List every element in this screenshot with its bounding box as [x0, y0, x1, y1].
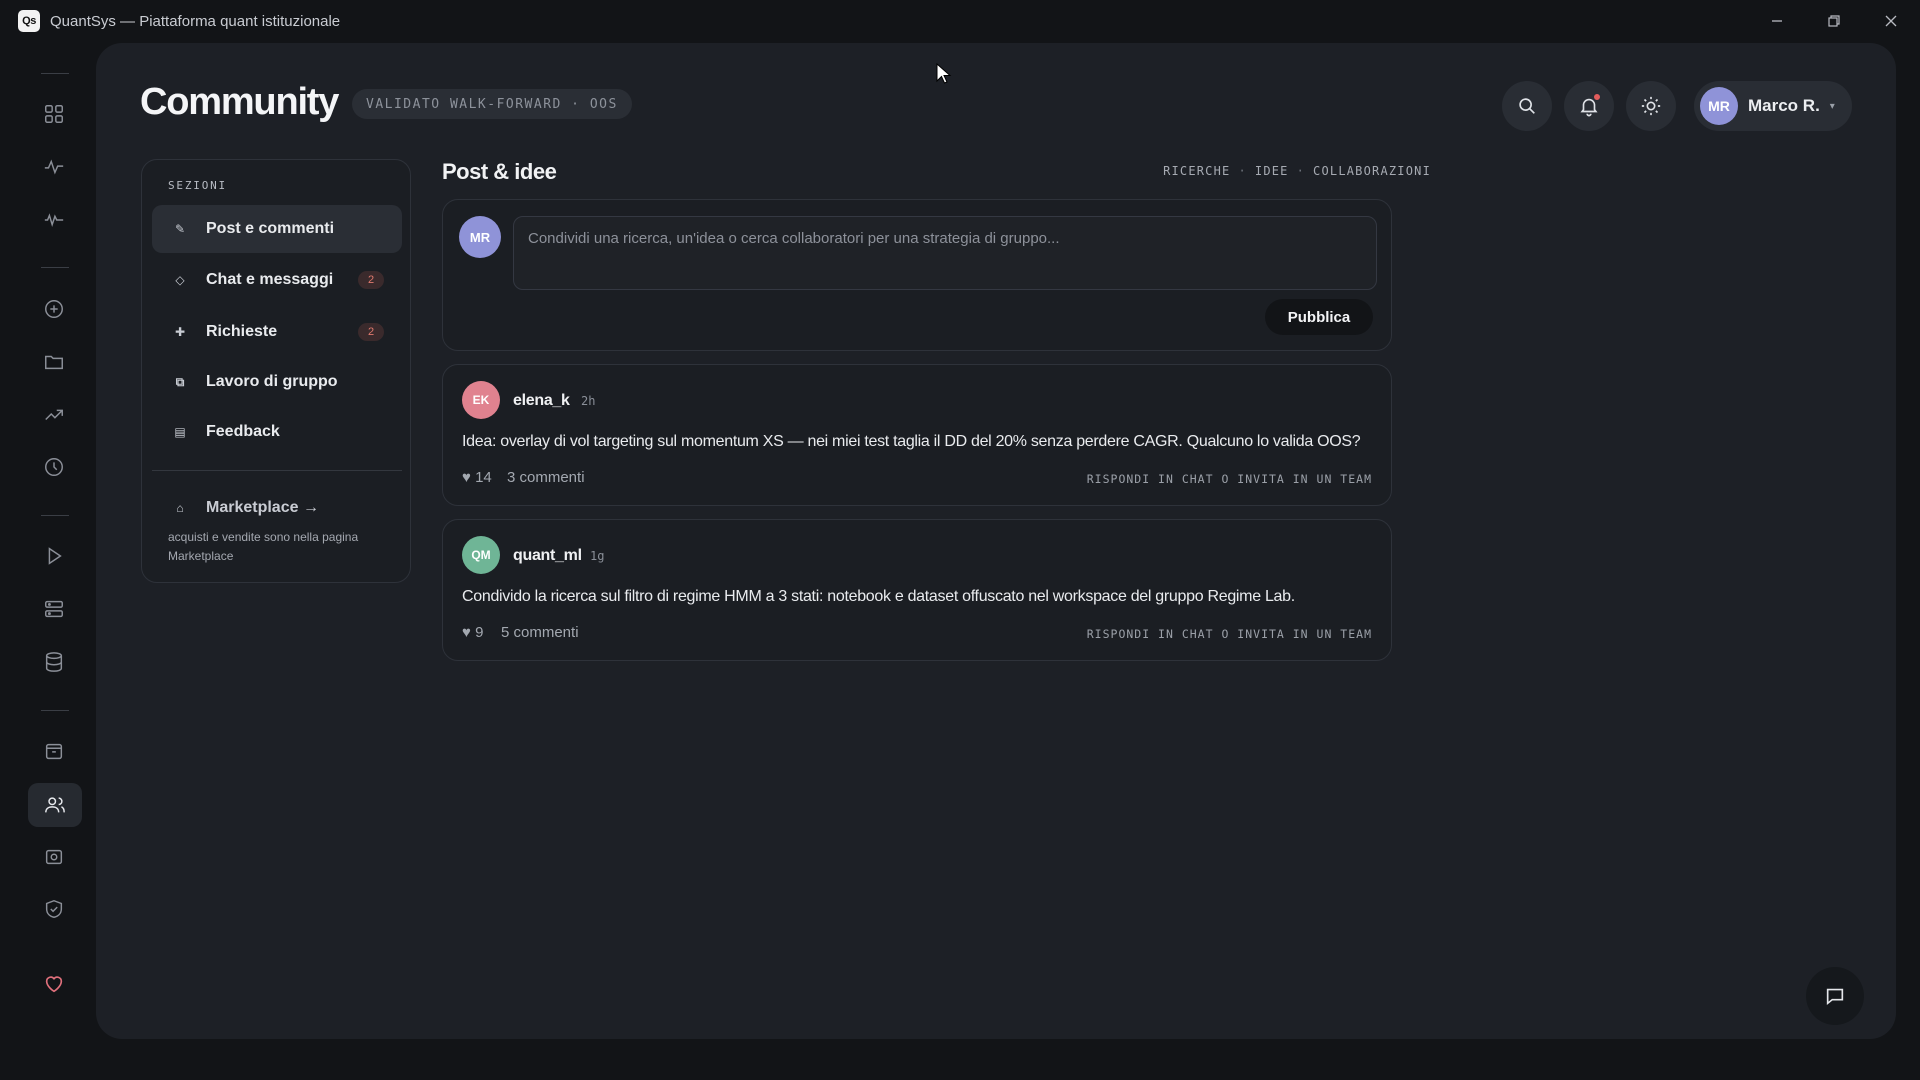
section-item-label: Richieste [206, 323, 278, 340]
section-item-label: Lavoro di gruppo [206, 373, 338, 390]
chat-button[interactable] [1806, 967, 1864, 1025]
reply-action[interactable]: RISPONDI IN CHAT O INVITA IN UN TEAM [1087, 627, 1372, 641]
feed-title: Post & idee [442, 159, 557, 184]
sections-heading: SEZIONI [168, 179, 227, 192]
like-button[interactable]: ♥ 14 [462, 469, 492, 486]
plus-icon: ✚ [174, 325, 186, 339]
post-card: EK elena_k 2h Idea: overlay di vol targe… [442, 364, 1392, 506]
restore-icon [1828, 15, 1840, 27]
activity-icon[interactable] [36, 202, 72, 238]
shield-check-icon[interactable] [36, 891, 72, 927]
marketplace-note: acquisti e vendite sono nella pagina Mar… [168, 530, 359, 563]
clock-icon[interactable] [36, 449, 72, 485]
theme-toggle-button[interactable] [1626, 81, 1676, 131]
post-author[interactable]: elena_k [513, 392, 570, 410]
user-menu[interactable]: MR Marco R. ▾ [1694, 81, 1852, 131]
close-button[interactable] [1876, 8, 1906, 34]
page-title: Community [140, 81, 339, 123]
avatar: MR [459, 216, 501, 258]
section-item-richieste[interactable]: ✚ Richieste 2 [152, 308, 402, 356]
post-time: 1g [590, 549, 605, 563]
post-author[interactable]: quant_ml [513, 547, 582, 565]
avatar: EK [462, 381, 500, 419]
tab-ricerche[interactable]: RICERCHE [1163, 164, 1230, 178]
feedback-icon: ▤ [174, 425, 186, 439]
home-icon: ⌂ [176, 501, 184, 515]
section-item-label: Chat e messaggi [206, 271, 334, 288]
feed-tabs: RICERCHE · IDEE · COLLABORAZIONI [1163, 164, 1431, 178]
close-icon [1885, 15, 1897, 27]
user-name: Marco R. [1748, 96, 1820, 115]
count-badge: 2 [358, 271, 384, 289]
group-work-icon: ⧉ [175, 374, 185, 389]
separator-dot: · [1296, 164, 1306, 178]
section-item-lavoro-di-gruppo[interactable]: ⧉ Lavoro di gruppo [152, 358, 402, 406]
notifications-button[interactable] [1564, 81, 1614, 131]
app-logo: Qs [18, 10, 40, 32]
avatar: QM [462, 536, 500, 574]
section-item-label: Feedback [206, 423, 280, 440]
chevron-down-icon: ▾ [1829, 100, 1835, 112]
minimize-icon [1772, 20, 1782, 22]
title-bar: Qs QuantSys — Piattaforma quant istituzi… [0, 0, 1920, 43]
like-button[interactable]: ♥ 9 [462, 624, 483, 641]
rail-divider [41, 73, 69, 74]
post-composer: MR Pubblica [442, 199, 1392, 351]
dashboard-icon[interactable] [36, 96, 72, 132]
section-item-feedback[interactable]: ▤ Feedback [152, 408, 402, 456]
publish-button[interactable]: Pubblica [1265, 299, 1373, 335]
divider [152, 470, 402, 471]
post-time: 2h [581, 394, 596, 408]
trending-up-icon[interactable] [36, 396, 72, 432]
sun-icon [1641, 96, 1661, 116]
add-circle-icon[interactable] [36, 291, 72, 327]
section-item-post-e-commenti[interactable]: ✎ Post e commenti [152, 205, 402, 253]
window-title: QuantSys — Piattaforma quant istituziona… [50, 13, 341, 30]
rail-divider [41, 267, 69, 268]
notification-dot [1593, 93, 1601, 101]
post-body: Idea: overlay di vol targeting sul momen… [462, 433, 1361, 450]
reply-action[interactable]: RISPONDI IN CHAT O INVITA IN UN TEAM [1087, 472, 1372, 486]
nav-rail [0, 43, 96, 1080]
comments-link[interactable]: 5 commenti [501, 624, 579, 641]
search-button[interactable] [1502, 81, 1552, 131]
post-card: QM quant_ml 1g Condivido la ricerca sul … [442, 519, 1392, 661]
server-icon[interactable] [36, 591, 72, 627]
separator-dot: · [1238, 164, 1247, 178]
marketplace-label: Marketplace → [206, 499, 319, 516]
post-body: Condivido la ricerca sul filtro di regim… [462, 588, 1295, 605]
main-panel: Community VALIDATO WALK-FORWARD · OOS MR… [96, 43, 1896, 1039]
pulse-icon[interactable] [36, 149, 72, 185]
diamond-icon: ◇ [175, 273, 185, 287]
tab-collaborazioni[interactable]: COLLABORAZIONI [1313, 164, 1431, 178]
pencil-icon: ✎ [174, 222, 186, 236]
heart-icon[interactable] [36, 966, 72, 1002]
search-icon [1519, 98, 1535, 114]
count-badge: 2 [358, 323, 384, 341]
archive-icon[interactable] [36, 733, 72, 769]
database-icon[interactable] [36, 644, 72, 680]
marketplace-link[interactable]: ⌂ Marketplace → [172, 499, 319, 517]
rail-divider [41, 710, 69, 711]
section-item-label: Post e commenti [206, 220, 335, 237]
maximize-button[interactable] [1819, 8, 1849, 34]
chat-bubble-icon [1826, 988, 1844, 1006]
avatar: MR [1700, 87, 1738, 125]
cursor-icon [936, 63, 952, 84]
sections-panel: SEZIONI ✎ Post e commenti ◇ Chat e messa… [141, 159, 411, 583]
play-icon[interactable] [36, 538, 72, 574]
section-item-chat-e-messaggi[interactable]: ◇ Chat e messaggi 2 [152, 256, 402, 304]
folder-icon[interactable] [36, 344, 72, 380]
camera-icon[interactable] [36, 839, 72, 875]
tab-idee[interactable]: IDEE [1255, 164, 1289, 178]
comments-link[interactable]: 3 commenti [507, 469, 585, 486]
validation-badge: VALIDATO WALK-FORWARD · OOS [352, 89, 632, 119]
users-icon[interactable] [28, 783, 82, 827]
post-input[interactable] [513, 216, 1377, 290]
minimize-button[interactable] [1762, 8, 1792, 34]
rail-divider [41, 515, 69, 516]
